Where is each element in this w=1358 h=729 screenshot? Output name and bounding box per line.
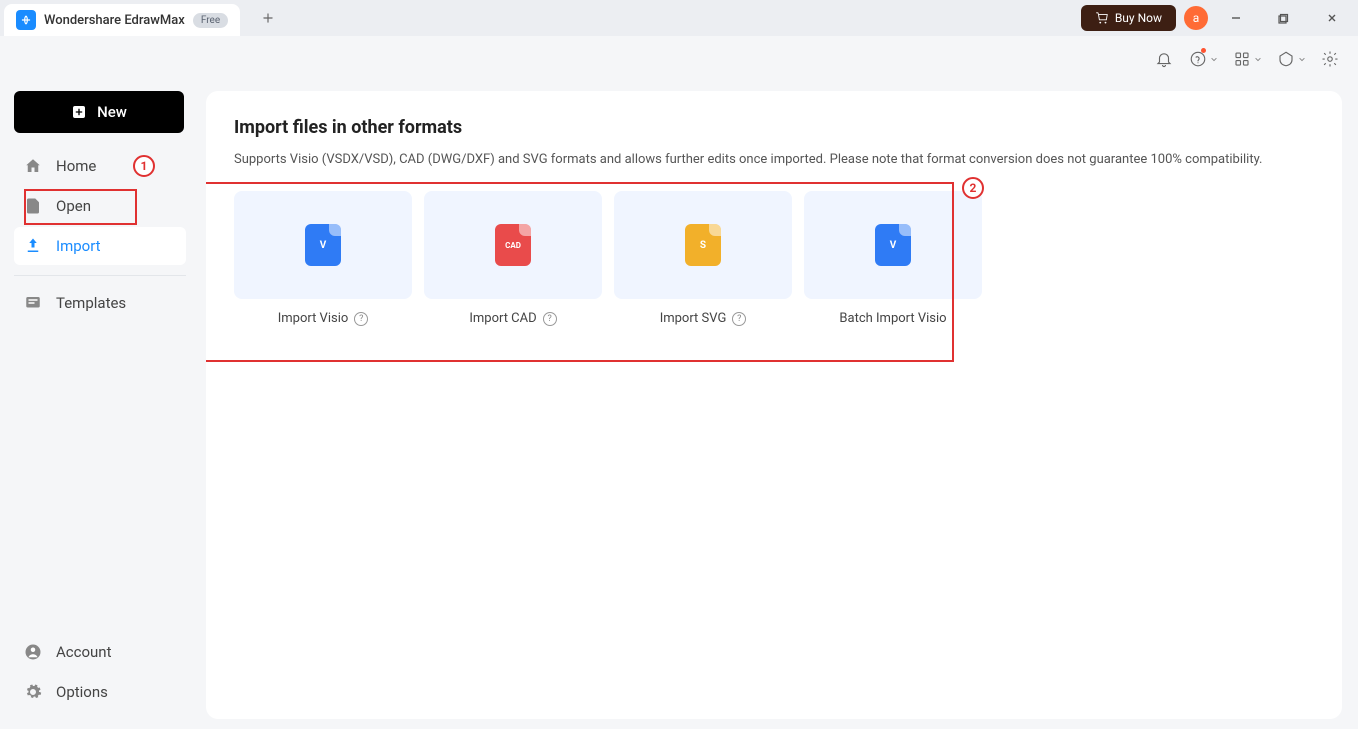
card-label: Batch Import Visio [839,311,946,326]
help-icon[interactable]: ? [732,312,746,326]
free-badge: Free [193,13,228,28]
apps-menu[interactable] [1232,49,1262,69]
tab-title: Wondershare EdrawMax [44,13,185,28]
content-panel: Import files in other formats Supports V… [206,91,1342,719]
batch-import-visio-card[interactable]: V Batch Import Visio [804,191,982,326]
page-description: Supports Visio (VSDX/VSD), CAD (DWG/DXF)… [234,152,1314,167]
new-button[interactable]: New [14,91,184,133]
close-button[interactable] [1312,2,1352,34]
new-tab-button[interactable] [252,2,284,34]
toolbar [0,36,1358,81]
help-icon[interactable]: ? [354,312,368,326]
nav-label: Home [56,157,96,175]
help-icon[interactable]: ? [543,312,557,326]
nav-label: Options [56,683,108,701]
nav-templates[interactable]: Templates [14,284,186,322]
import-svg-card[interactable]: S Import SVG? [614,191,792,326]
nav-label: Templates [56,294,126,312]
divider [14,275,186,276]
import-visio-card[interactable]: V Import Visio? [234,191,412,326]
sidebar: New Home Open Import Templates Account [0,81,200,729]
settings-icon[interactable] [1320,49,1340,69]
svg-file-icon: S [685,224,721,266]
app-logo-icon [16,10,36,30]
visio-file-icon: V [305,224,341,266]
nav-home[interactable]: Home [14,147,186,185]
nav-account[interactable]: Account [14,633,186,671]
help-menu[interactable] [1188,49,1218,69]
nav-label: Import [56,237,101,255]
page-title: Import files in other formats [234,117,1314,138]
user-avatar[interactable]: a [1184,6,1208,30]
new-button-label: New [97,103,127,121]
buy-now-button[interactable]: Buy Now [1081,5,1176,31]
nav-label: Open [56,197,91,215]
nav-options[interactable]: Options [14,673,186,711]
titlebar: Wondershare EdrawMax Free Buy Now a [0,0,1358,36]
active-tab[interactable]: Wondershare EdrawMax Free [4,4,240,36]
theme-menu[interactable] [1276,49,1306,69]
notifications-icon[interactable] [1154,49,1174,69]
buy-now-label: Buy Now [1115,11,1162,25]
nav-import[interactable]: Import [14,227,186,265]
import-cards: V Import Visio? CAD Import CAD? S Import… [234,191,1314,326]
cad-file-icon: CAD [495,224,531,266]
nav-open[interactable]: Open [14,187,186,225]
visio-file-icon: V [875,224,911,266]
card-label: Import Visio [278,311,349,326]
nav-label: Account [56,643,112,661]
card-label: Import SVG [660,311,727,326]
card-label: Import CAD [469,311,536,326]
minimize-button[interactable] [1216,2,1256,34]
import-cad-card[interactable]: CAD Import CAD? [424,191,602,326]
maximize-button[interactable] [1264,2,1304,34]
